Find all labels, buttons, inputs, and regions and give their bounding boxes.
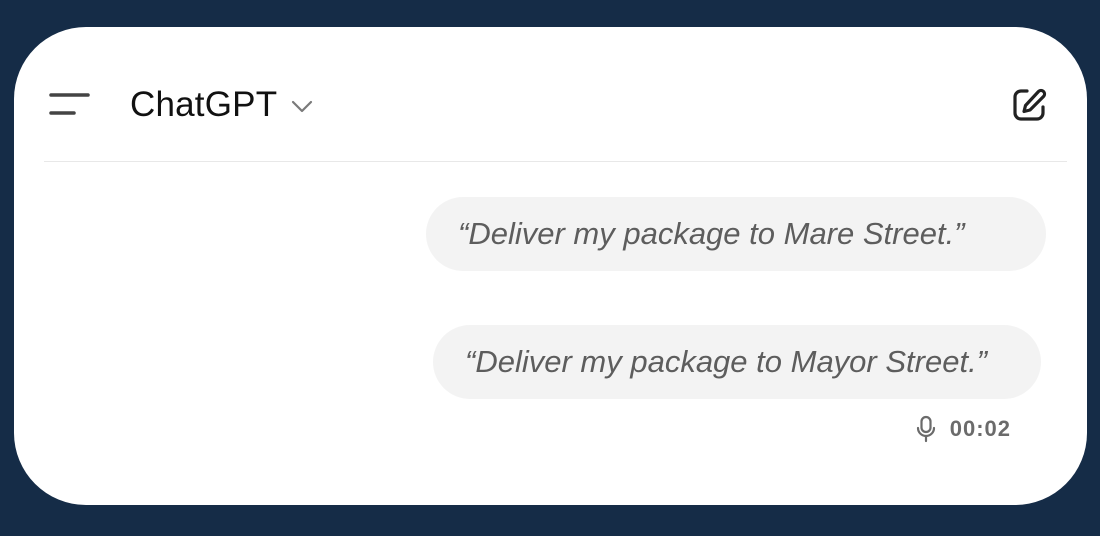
message-text: “Deliver my package to Mayor Street.”: [465, 344, 988, 379]
model-selector[interactable]: ChatGPT: [130, 83, 313, 127]
voice-duration: 00:02: [949, 416, 1011, 441]
message-text: “Deliver my package to Mare Street.”: [458, 216, 965, 251]
header-divider: [44, 161, 1067, 162]
new-chat-icon: [1013, 88, 1047, 121]
user-message-bubble: “Deliver my package to Mayor Street.”: [433, 325, 1041, 399]
menu-icon: [49, 93, 90, 115]
chevron-down-icon: [291, 100, 313, 114]
chat-header: ChatGPT: [14, 27, 1087, 162]
user-message-bubble: “Deliver my package to Mare Street.”: [426, 197, 1046, 271]
voice-note-meta: 00:02: [916, 413, 1011, 445]
microphone-icon: [916, 415, 936, 443]
new-chat-button[interactable]: [1007, 83, 1051, 127]
model-name: ChatGPT: [130, 85, 278, 124]
chat-window: ChatGPT “Deliver my package to Mare Stre…: [14, 27, 1087, 505]
sidebar-menu-button[interactable]: [44, 85, 92, 125]
